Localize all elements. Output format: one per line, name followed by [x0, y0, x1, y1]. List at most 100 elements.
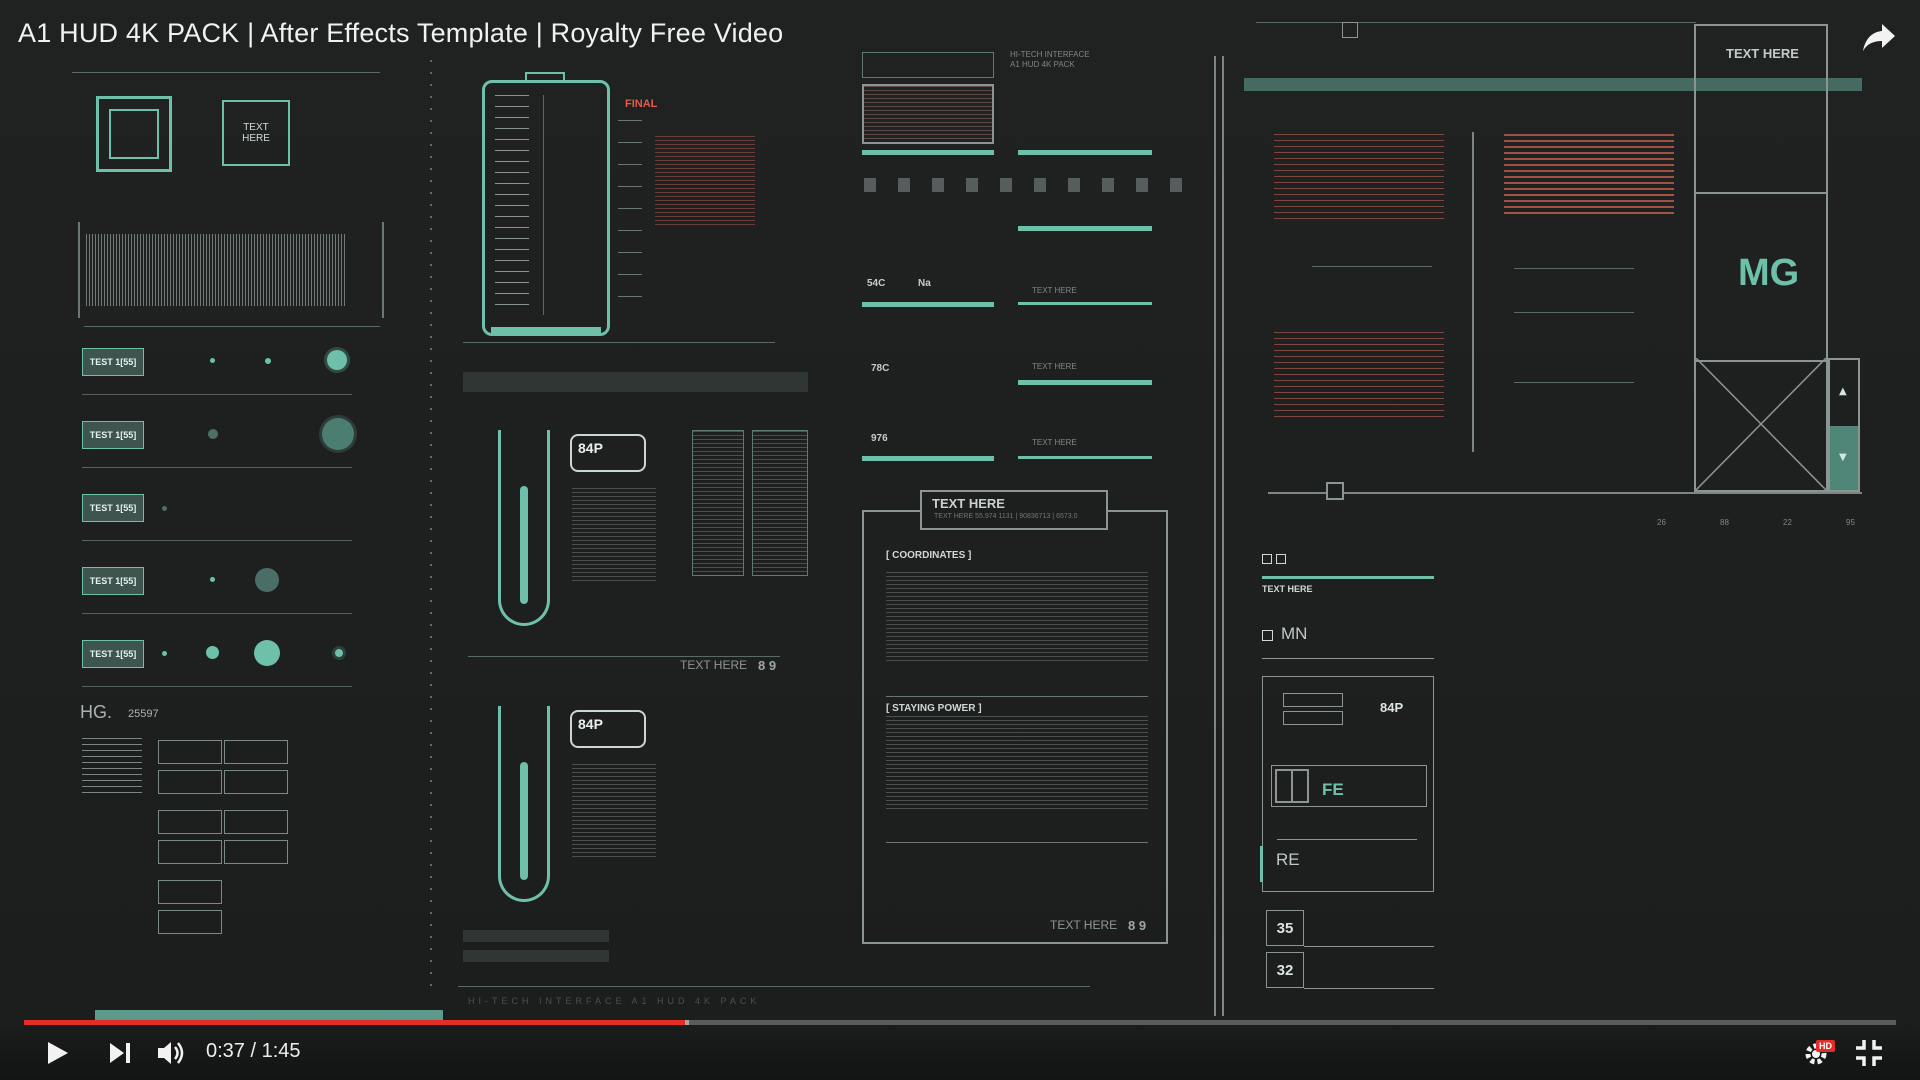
- widget-84p: 84P: [1380, 700, 1404, 715]
- test-button-4[interactable]: TEST 1[55]: [82, 567, 144, 595]
- video-frame[interactable]: TEXT HERE TEST 1[55] TEST 1[55] TEST 1[5…: [0, 0, 1920, 1080]
- scale-label-22: 22: [1783, 518, 1792, 527]
- data-card-1: [692, 430, 744, 576]
- data-chip: [158, 840, 222, 864]
- progress-bar[interactable]: [24, 1020, 1896, 1025]
- text-here-89-value: 8 9: [758, 658, 777, 673]
- text-here-small: TEXT HERE: [1032, 286, 1077, 295]
- slider-handle[interactable]: [1326, 482, 1344, 500]
- value-bubble-2: 84P: [570, 710, 646, 748]
- battery-gauge: [482, 80, 610, 336]
- teal-bar: [1018, 456, 1152, 459]
- text-here-box: TEXT HERE: [222, 100, 290, 166]
- data-chip: [158, 740, 222, 764]
- counter-35: 35: [1266, 910, 1304, 946]
- up-arrow-icon[interactable]: ▲: [1839, 386, 1847, 397]
- staying-power-label: [ STAYING POWER ]: [886, 703, 982, 714]
- hd-badge: HD: [1816, 1040, 1835, 1052]
- scale-label-88: 88: [1720, 518, 1729, 527]
- right-top-rule: [1256, 22, 1696, 23]
- thermometer-fill-2: [520, 762, 528, 880]
- played-bar: [24, 1020, 685, 1025]
- down-arrow-icon[interactable]: ▼: [1839, 452, 1847, 463]
- text-here-bold: TEXT HERE: [1262, 584, 1313, 594]
- info-panel: [862, 510, 1168, 944]
- text-block: [572, 764, 656, 860]
- panel-subtitle: TEXT HERE 55.974 1131 | 90836713 | 6573.…: [934, 513, 1078, 520]
- coordinates-label: [ COORDINATES ]: [886, 550, 972, 561]
- dark-band: [463, 372, 808, 392]
- divider: [1304, 946, 1434, 947]
- status-dot: [265, 358, 271, 364]
- element-mn: MN: [1281, 624, 1308, 643]
- hg-label: HG.: [80, 702, 113, 722]
- header-card: [862, 52, 994, 78]
- video-title[interactable]: A1 HUD 4K PACK | After Effects Template …: [18, 18, 783, 49]
- status-dot: [208, 429, 218, 439]
- center-rule: [463, 342, 775, 343]
- re-accent: [1260, 846, 1263, 882]
- vertical-divider: [1472, 132, 1474, 452]
- text-here-small: TEXT HERE: [1032, 362, 1077, 371]
- text-here-small: TEXT HERE: [1032, 438, 1077, 447]
- bottom-rule: [458, 986, 1090, 987]
- counter-32: 32: [1266, 952, 1304, 988]
- status-dot: [162, 506, 167, 511]
- slider-track: [1268, 492, 1862, 494]
- test-row-line-3: [82, 540, 352, 541]
- final-label: FINAL: [625, 98, 658, 110]
- status-dot: [210, 358, 215, 363]
- test-button-1[interactable]: TEST 1[55]: [82, 348, 144, 376]
- thermometer-fill-1: [520, 486, 528, 604]
- text-here-89-label: TEXT HERE: [680, 658, 748, 672]
- status-dot: [210, 577, 215, 582]
- checkbox-icon: [1262, 630, 1273, 641]
- data-chip: [158, 810, 222, 834]
- next-icon[interactable]: [108, 1042, 132, 1064]
- left-top-rule: [72, 72, 380, 73]
- data-chip: [224, 770, 288, 794]
- header-card-body: [862, 84, 994, 144]
- teal-bar: [1018, 302, 1152, 305]
- value-bubble-1: 84P: [570, 434, 646, 472]
- status-dot: [254, 640, 280, 666]
- dark-band-2: [463, 930, 609, 942]
- test-button-3[interactable]: TEST 1[55]: [82, 494, 144, 522]
- cross-box: [1696, 358, 1826, 490]
- divider: [1514, 382, 1634, 383]
- teal-bar: [1262, 576, 1434, 579]
- waveform-panel: [78, 222, 384, 318]
- waveform-baseline: [84, 326, 380, 327]
- divider: [1262, 658, 1434, 659]
- hg-value: 25597: [128, 708, 159, 720]
- panel-title: TEXT HERE: [932, 496, 1005, 511]
- panel-footer-value: 8 9: [1128, 918, 1147, 933]
- square-marker: [1342, 22, 1358, 38]
- small-box-icon: [1276, 554, 1286, 564]
- share-icon[interactable]: [1862, 22, 1896, 52]
- dark-band-3: [463, 950, 609, 962]
- status-dot: [255, 568, 279, 592]
- exit-fullscreen-icon[interactable]: [1856, 1040, 1882, 1066]
- divider: [1514, 268, 1634, 269]
- volume-icon[interactable]: [156, 1039, 188, 1067]
- test-row-line-2: [82, 467, 352, 468]
- element-mg: MG: [1738, 252, 1800, 294]
- label-na: Na: [918, 278, 931, 289]
- hitech-label-2: A1 HUD 4K PACK: [1010, 60, 1075, 69]
- text-block: [1504, 134, 1674, 216]
- target-reticle: [96, 96, 172, 172]
- test-button-2[interactable]: TEST 1[55]: [82, 421, 144, 449]
- teal-bar: [862, 302, 994, 307]
- test-row-line-4: [82, 613, 352, 614]
- vertical-rail: [1214, 56, 1224, 1016]
- play-icon[interactable]: [44, 1040, 70, 1066]
- vertical-ruler: [430, 60, 432, 990]
- time-display: 0:37 / 1:45: [206, 1040, 301, 1063]
- right-title: TEXT HERE: [1726, 46, 1799, 61]
- current-time: 0:37: [206, 1040, 245, 1062]
- status-dot: [335, 649, 343, 657]
- status-dot: [322, 418, 354, 450]
- status-dot: [162, 651, 167, 656]
- test-button-5[interactable]: TEST 1[55]: [82, 640, 144, 668]
